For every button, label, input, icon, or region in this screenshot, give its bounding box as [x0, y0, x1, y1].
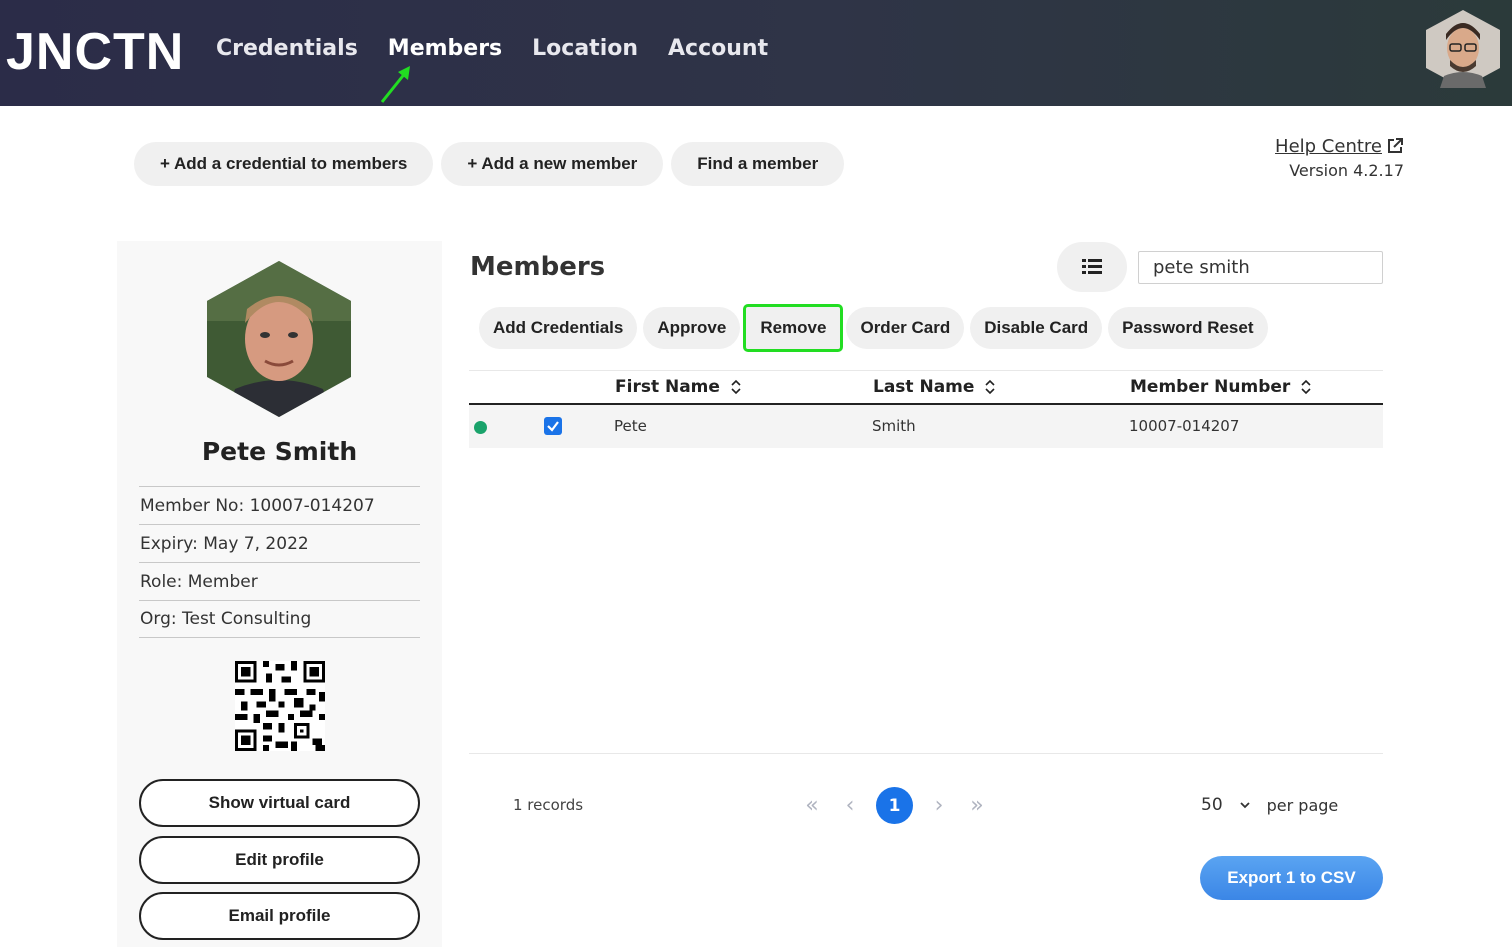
column-first-name[interactable]: First Name: [615, 377, 742, 397]
nav-members[interactable]: Members: [388, 36, 502, 61]
table-footer-divider: [469, 753, 1383, 754]
last-page-icon[interactable]: »: [965, 793, 989, 818]
column-first-name-label: First Name: [615, 377, 720, 397]
pagination: « ‹ 1 › »: [800, 787, 989, 824]
member-role: Role: Member: [139, 562, 420, 600]
edit-profile-button[interactable]: Edit profile: [139, 836, 420, 884]
table-header: First Name Last Name Member Number: [469, 370, 1383, 405]
member-expiry: Expiry: May 7, 2022: [139, 524, 420, 562]
member-profile-panel: Pete Smith Member No: 10007-014207 Expir…: [117, 241, 442, 947]
per-page-control: 50 per page: [1201, 795, 1338, 815]
page-1-button[interactable]: 1: [876, 787, 913, 824]
next-page-icon[interactable]: ›: [927, 793, 951, 818]
disable-card-button[interactable]: Disable Card: [970, 307, 1103, 349]
member-number: Member No: 10007-014207: [139, 486, 420, 524]
nav-account[interactable]: Account: [668, 36, 768, 61]
nav-credentials[interactable]: Credentials: [216, 36, 358, 61]
list-view-icon: [1082, 259, 1102, 274]
table-row[interactable]: Pete Smith 10007-014207: [469, 405, 1383, 448]
chevron-down-icon[interactable]: [1239, 800, 1251, 810]
external-link-icon: [1388, 138, 1403, 153]
column-last-name-label: Last Name: [873, 377, 975, 397]
per-page-value: 50: [1201, 795, 1223, 815]
find-member-button[interactable]: Find a member: [671, 142, 845, 186]
version-text: Version 4.2.17: [1289, 161, 1404, 180]
remove-button[interactable]: Remove: [743, 304, 844, 352]
email-profile-button[interactable]: Email profile: [139, 892, 420, 940]
member-actions: Add Credentials Approve Remove Order Car…: [479, 304, 1268, 352]
member-info-list: Member No: 10007-014207 Expiry: May 7, 2…: [139, 486, 420, 638]
green-arrow-icon: [380, 66, 410, 103]
export-csv-button[interactable]: Export 1 to CSV: [1200, 856, 1383, 900]
top-navbar: JNCTN Credentials Members Location Accou…: [0, 0, 1512, 106]
first-page-icon[interactable]: «: [800, 793, 824, 818]
add-new-member-button[interactable]: + Add a new member: [441, 142, 664, 186]
qr-code-icon: [235, 661, 325, 751]
row-checkbox[interactable]: [544, 417, 562, 435]
show-virtual-card-button[interactable]: Show virtual card: [139, 779, 420, 827]
column-member-number[interactable]: Member Number: [1130, 377, 1312, 397]
cell-last-name: Smith: [872, 417, 916, 435]
help-centre-link[interactable]: Help Centre: [1275, 136, 1404, 157]
main-nav: Credentials Members Location Account: [216, 36, 768, 61]
records-count: 1 records: [513, 796, 584, 814]
member-name: Pete Smith: [201, 437, 358, 466]
members-title: Members: [470, 252, 606, 282]
cell-first-name: Pete: [614, 417, 647, 435]
status-active-icon: [474, 421, 487, 434]
quick-actions: + Add a credential to members + Add a ne…: [134, 142, 845, 186]
nav-location[interactable]: Location: [532, 36, 638, 61]
member-photo: [207, 261, 351, 417]
member-search-input[interactable]: [1138, 251, 1383, 284]
sort-icon: [985, 379, 995, 395]
checkmark-icon: [547, 421, 559, 432]
per-page-select[interactable]: 50: [1201, 795, 1223, 815]
prev-page-icon[interactable]: ‹: [838, 793, 862, 818]
help-centre-label: Help Centre: [1275, 136, 1382, 157]
list-view-toggle[interactable]: [1057, 242, 1127, 292]
add-credentials-button[interactable]: Add Credentials: [479, 307, 638, 349]
jnctn-logo[interactable]: JNCTN: [6, 23, 184, 81]
help-area: Help Centre Version 4.2.17: [1275, 136, 1404, 180]
column-member-number-label: Member Number: [1130, 377, 1291, 397]
member-org: Org: Test Consulting: [139, 600, 420, 638]
column-last-name[interactable]: Last Name: [873, 377, 996, 397]
password-reset-button[interactable]: Password Reset: [1108, 307, 1268, 349]
sort-icon: [1301, 379, 1311, 395]
approve-button[interactable]: Approve: [643, 307, 741, 349]
members-table: First Name Last Name Member Number Pete …: [469, 370, 1383, 448]
order-card-button[interactable]: Order Card: [846, 307, 965, 349]
add-credential-to-members-button[interactable]: + Add a credential to members: [134, 142, 434, 186]
sort-icon: [731, 379, 741, 395]
per-page-label: per page: [1266, 795, 1339, 815]
cell-member-number: 10007-014207: [1129, 417, 1240, 435]
user-avatar[interactable]: [1426, 10, 1500, 88]
